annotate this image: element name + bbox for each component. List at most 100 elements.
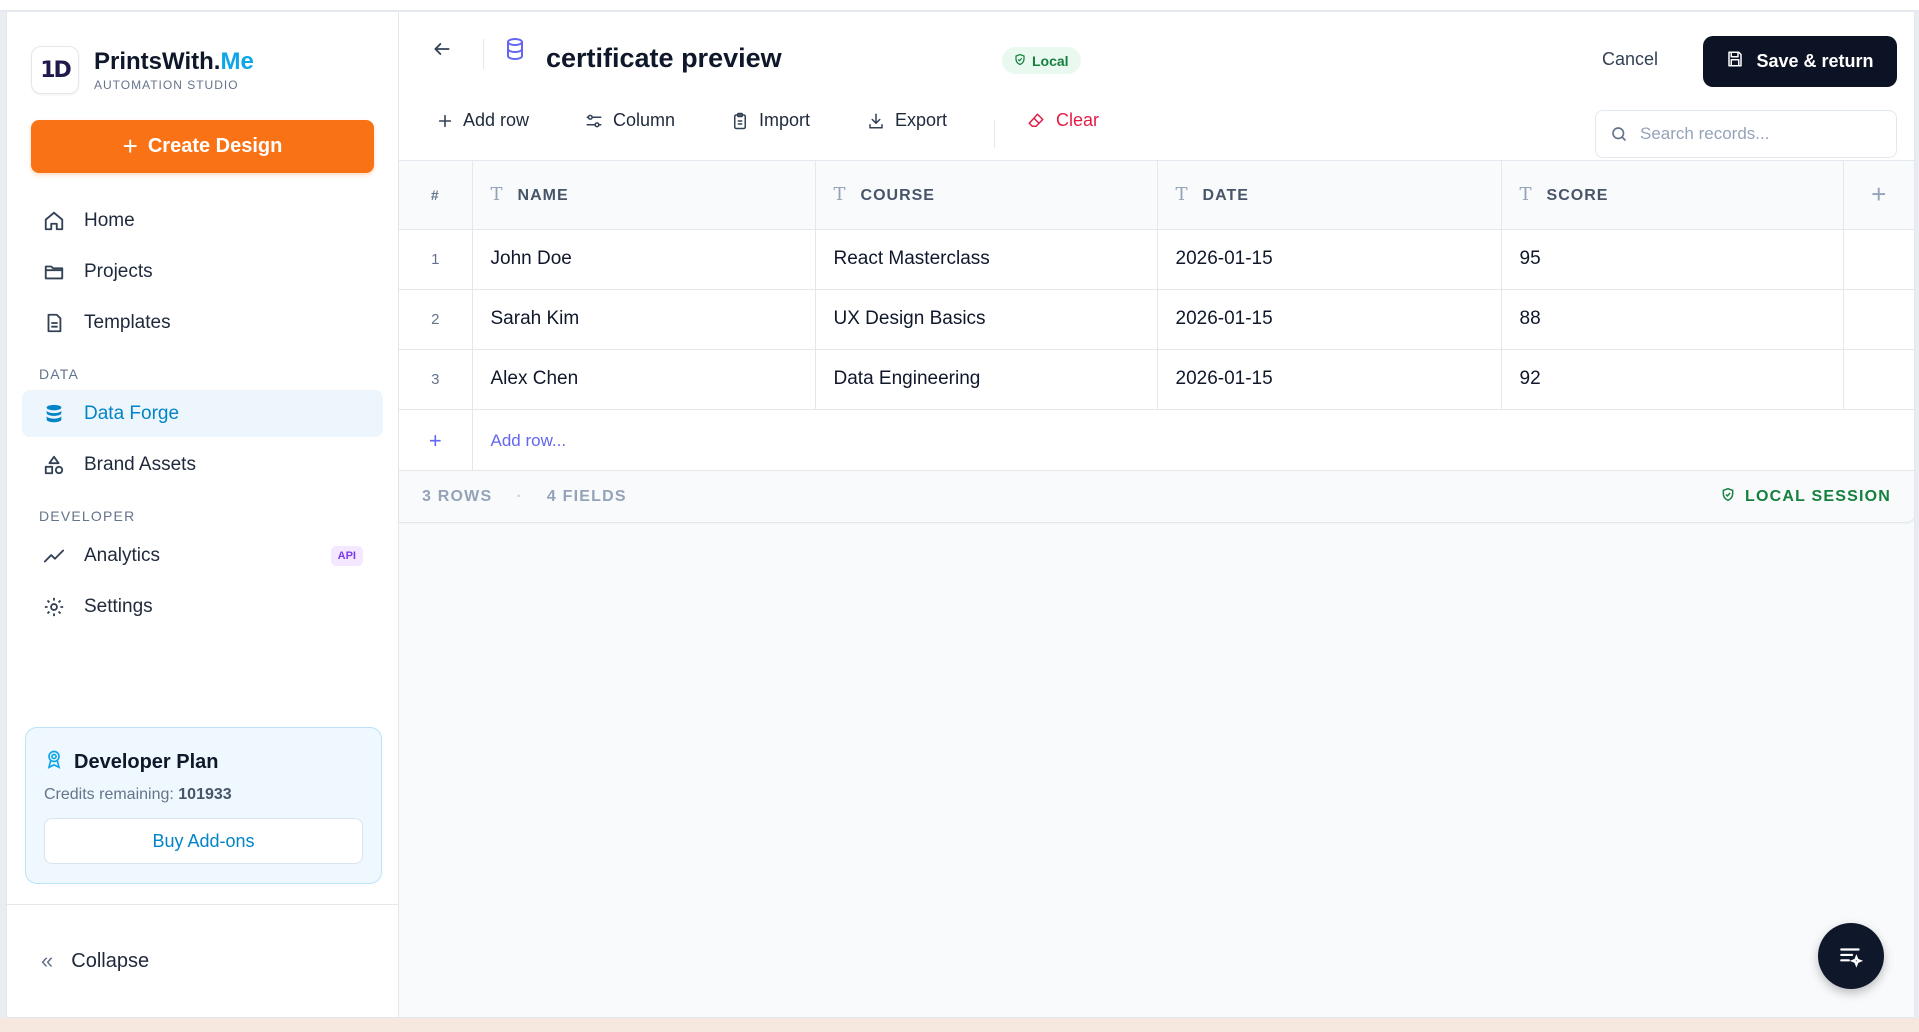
- grid-footer: 3 ROWS · 4 FIELDS LOCAL SESSION: [399, 470, 1914, 522]
- cell-score[interactable]: 88: [1501, 289, 1844, 350]
- add-column-button[interactable]: +: [1843, 161, 1914, 230]
- credits-label: Credits remaining:: [44, 786, 174, 803]
- cell-score[interactable]: 95: [1501, 229, 1844, 290]
- cell-course[interactable]: UX Design Basics: [815, 289, 1158, 350]
- shield-check-icon: [1721, 487, 1735, 507]
- brand-logo: 1D: [31, 46, 79, 94]
- column-header-score[interactable]: T SCORE: [1501, 161, 1844, 230]
- nav-item-brand-assets[interactable]: Brand Assets: [22, 441, 383, 488]
- logo-mark: 1D: [40, 57, 72, 83]
- plus-icon: +: [399, 409, 473, 473]
- text-type-icon: T: [1519, 184, 1533, 206]
- nav-label-brand-assets: Brand Assets: [84, 453, 196, 475]
- ai-assistant-button[interactable]: [1818, 923, 1884, 989]
- add-row-label: Add row: [463, 110, 530, 130]
- local-badge: Local: [1002, 47, 1081, 74]
- row-count: 3 ROWS: [422, 487, 493, 505]
- plus-icon: +: [122, 131, 138, 161]
- plan-card: Developer Plan Credits remaining: 101933…: [25, 727, 382, 884]
- brand-name-main: PrintsWith.: [94, 48, 221, 75]
- brand-subtitle: AUTOMATION STUDIO: [94, 78, 239, 92]
- toolbar-divider: [994, 120, 995, 148]
- column-header-course[interactable]: T COURSE: [815, 161, 1158, 230]
- page-title: certificate preview: [546, 43, 782, 73]
- nav-label-data-forge: Data Forge: [84, 402, 180, 424]
- back-button[interactable]: [427, 34, 457, 64]
- column-header-score-label: SCORE: [1546, 187, 1609, 205]
- cell-date[interactable]: 2026-01-15: [1157, 349, 1502, 410]
- nav-item-settings[interactable]: Settings: [22, 583, 383, 630]
- separator-dot: ·: [516, 487, 523, 505]
- cell-score[interactable]: 92: [1501, 349, 1844, 410]
- document-icon: [42, 311, 66, 335]
- home-icon: [42, 209, 66, 233]
- create-design-label: Create Design: [147, 135, 283, 157]
- cell-date[interactable]: 2026-01-15: [1157, 289, 1502, 350]
- cell-course[interactable]: Data Engineering: [815, 349, 1158, 410]
- search-input[interactable]: [1640, 124, 1880, 144]
- nav-item-home[interactable]: Home: [22, 197, 383, 244]
- eraser-icon: [1026, 112, 1046, 130]
- taskbar-edge: [0, 1018, 1919, 1032]
- row-number: 1: [399, 229, 473, 290]
- nav-item-data-forge[interactable]: Data Forge: [22, 390, 383, 437]
- cancel-button[interactable]: Cancel: [1602, 49, 1658, 70]
- cell-name[interactable]: Sarah Kim: [472, 289, 816, 350]
- nav-item-projects[interactable]: Projects: [22, 248, 383, 295]
- list-sparkle-icon: [1840, 948, 1864, 968]
- brand[interactable]: 1D PrintsWith.Me AUTOMATION STUDIO: [7, 12, 398, 110]
- column-button[interactable]: Column: [585, 110, 675, 131]
- records-table: # T NAME T COURSE T DATE T SCORE + 1 John Do…: [399, 161, 1914, 473]
- folder-icon: [42, 260, 66, 284]
- save-return-button[interactable]: Save & return: [1703, 36, 1897, 87]
- table-row: 2 Sarah Kim UX Design Basics 2026-01-15 …: [399, 289, 1914, 350]
- row-number-header: #: [399, 161, 473, 230]
- plus-icon: +: [1871, 179, 1888, 210]
- local-session-label: LOCAL SESSION: [1745, 487, 1891, 505]
- sidebar: 1D PrintsWith.Me AUTOMATION STUDIO + Cre…: [7, 12, 399, 1017]
- plan-title: Developer Plan: [44, 748, 363, 776]
- plus-icon: [437, 113, 453, 129]
- text-type-icon: T: [1175, 184, 1189, 206]
- arrow-left-icon: [434, 43, 450, 55]
- search-icon: [1612, 127, 1626, 141]
- clear-button[interactable]: Clear: [1026, 110, 1099, 131]
- local-badge-label: Local: [1032, 52, 1069, 69]
- nav-label-projects: Projects: [84, 260, 153, 282]
- cell-empty: [1843, 289, 1914, 350]
- cell-empty: [1843, 229, 1914, 290]
- api-badge: API: [330, 545, 363, 566]
- collapse-button[interactable]: « Collapse: [7, 904, 398, 1017]
- table-row: 1 John Doe React Masterclass 2026-01-15 …: [399, 229, 1914, 290]
- field-count: 4 FIELDS: [546, 487, 627, 505]
- nav-item-templates[interactable]: Templates: [22, 299, 383, 346]
- add-row-line[interactable]: + Add row...: [399, 409, 1914, 473]
- toolbar: Add row Column Import Export Clear Searc…: [399, 90, 1914, 160]
- gear-icon: [42, 595, 66, 619]
- buy-addons-button[interactable]: Buy Add-ons: [44, 818, 363, 864]
- cell-course[interactable]: React Masterclass: [815, 229, 1158, 290]
- export-button[interactable]: Export: [867, 110, 947, 131]
- add-row-placeholder-label: Add row...: [490, 430, 567, 450]
- column-header-date[interactable]: T DATE: [1157, 161, 1502, 230]
- trend-icon: [42, 544, 66, 568]
- cell-name[interactable]: Alex Chen: [472, 349, 816, 410]
- nav-label-templates: Templates: [84, 311, 171, 333]
- cell-date[interactable]: 2026-01-15: [1157, 229, 1502, 290]
- import-button[interactable]: Import: [731, 110, 810, 131]
- cell-name[interactable]: John Doe: [472, 229, 816, 290]
- cell-empty: [1843, 349, 1914, 410]
- brand-name-accent: Me: [220, 48, 254, 75]
- plan-title-text: Developer Plan: [74, 750, 219, 773]
- add-row-button[interactable]: Add row: [437, 110, 529, 131]
- nav-item-analytics[interactable]: Analytics API: [22, 532, 383, 579]
- column-header-date-label: DATE: [1202, 187, 1249, 205]
- nav-label-analytics: Analytics: [84, 544, 161, 566]
- column-header-name[interactable]: T NAME: [472, 161, 816, 230]
- shield-check-icon: [1014, 53, 1026, 69]
- column-header-course-label: COURSE: [860, 187, 935, 205]
- create-design-button[interactable]: + Create Design: [31, 120, 374, 173]
- sliders-icon: [585, 112, 603, 130]
- search-box[interactable]: [1595, 110, 1897, 158]
- add-row-placeholder[interactable]: Add row...: [472, 409, 1914, 473]
